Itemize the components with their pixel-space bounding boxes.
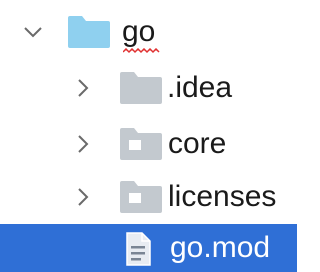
- chevron-right-icon[interactable]: [72, 133, 94, 155]
- tree-node-label: licenses: [168, 180, 277, 213]
- folder-icon: [120, 72, 162, 104]
- folder-package-icon: [120, 128, 162, 160]
- tree-node-idea[interactable]: .idea: [0, 61, 297, 115]
- tree-node-label: go.mod: [170, 231, 271, 264]
- file-text-icon: [126, 232, 151, 266]
- folder-package-icon: [120, 181, 162, 213]
- tree-node-label: core: [168, 127, 227, 160]
- tree-node-licenses[interactable]: licenses: [0, 170, 297, 224]
- chevron-down-icon[interactable]: [22, 21, 44, 43]
- tree-node-go-mod[interactable]: go.mod: [0, 224, 297, 272]
- tree-node-core[interactable]: core: [0, 117, 297, 171]
- spelling-warning-squiggle: [123, 48, 160, 54]
- chevron-right-icon[interactable]: [72, 77, 94, 99]
- tree-node-go[interactable]: go: [0, 5, 297, 59]
- folder-icon: [68, 16, 110, 48]
- tree-node-label: .idea: [167, 71, 233, 104]
- project-tree: go .idea core licenses go.mod: [0, 0, 297, 272]
- chevron-right-icon[interactable]: [72, 186, 94, 208]
